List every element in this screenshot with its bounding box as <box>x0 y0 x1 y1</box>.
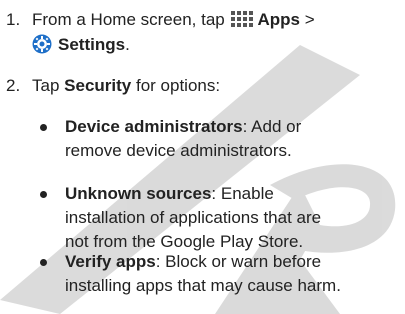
step-text: From a Home screen, tap <box>32 10 225 29</box>
bullet-term: Unknown sources <box>65 184 212 203</box>
step-suffix: for options: <box>135 76 221 95</box>
apps-grid-icon <box>231 11 254 27</box>
bullet-verify-apps: Verify apps: Block or warn before instal… <box>40 250 400 298</box>
bullet-text: not from the Google Play Store. <box>65 232 304 251</box>
bullet-unknown-sources: Unknown sources: Enable installation of … <box>40 182 400 254</box>
bullet-term: Device administrators <box>65 117 243 136</box>
bullet-text: installation of applications that are <box>65 208 322 227</box>
bullet-dot <box>40 124 47 131</box>
step-suffix: . <box>125 35 130 54</box>
step-number: 1. <box>6 10 21 29</box>
bullet-text: : Enable <box>211 184 274 203</box>
bullet-text: remove device administrators. <box>65 141 292 160</box>
bullet-device-administrators: Device administrators: Add or remove dev… <box>40 115 400 163</box>
instructions: 1. From a Home screen, tap Apps > Settin… <box>0 0 405 314</box>
step-number: 2. <box>6 76 21 95</box>
bullet-term: Verify apps <box>65 252 156 271</box>
separator: > <box>304 10 315 29</box>
step-2: 2. Tap Security for options: <box>6 74 220 98</box>
bullet-text: installing apps that may cause harm. <box>65 276 341 295</box>
bullet-text: : Block or warn before <box>155 252 322 271</box>
apps-label: Apps <box>257 10 300 29</box>
bullet-text: : Add or <box>242 117 302 136</box>
step-1-continued: Settings. <box>32 33 130 57</box>
bullet-dot <box>40 259 47 266</box>
settings-label: Settings <box>58 35 126 54</box>
step-text: Tap <box>32 76 60 95</box>
step-1: 1. From a Home screen, tap Apps > <box>6 8 315 32</box>
settings-gear-icon <box>32 34 52 54</box>
bullet-dot <box>40 191 47 198</box>
security-label: Security <box>64 76 132 95</box>
